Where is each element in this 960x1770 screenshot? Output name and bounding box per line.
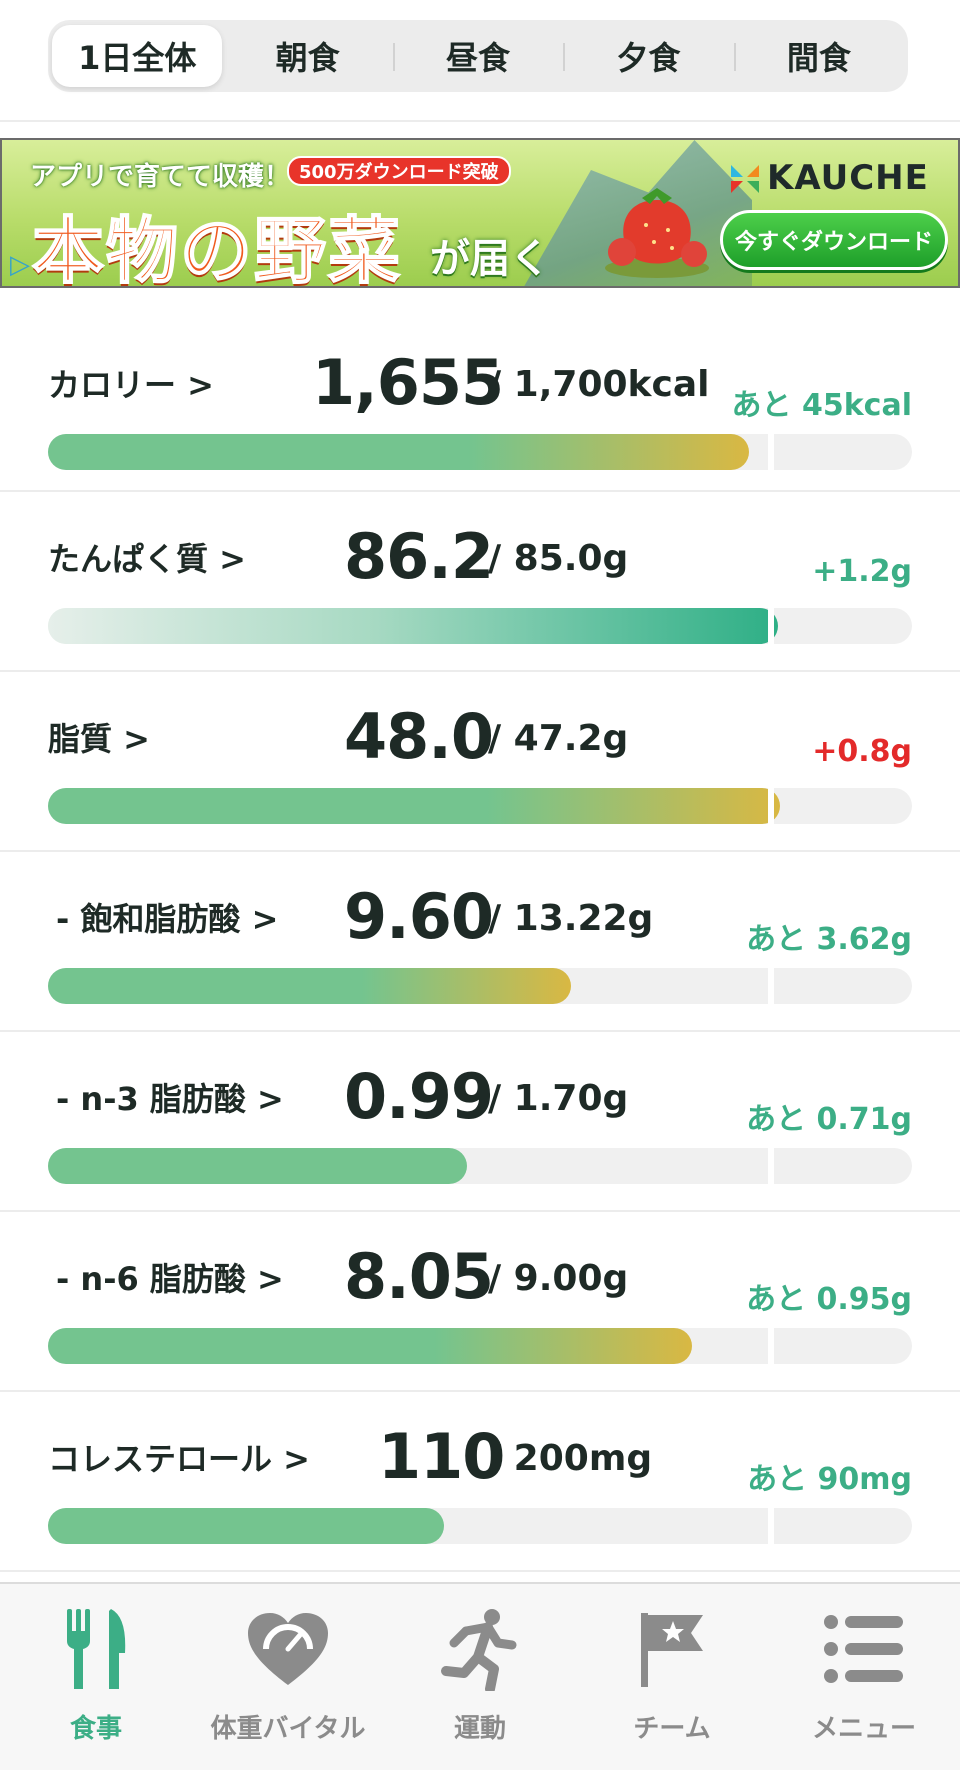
nutrient-target-value: / 1,700kcal: [488, 364, 710, 405]
nutrient-progress-fill: [48, 608, 778, 644]
tab-breakfast[interactable]: 朝食: [222, 25, 392, 87]
nutrient-row-calories[interactable]: カロリー > 1,655 / 1,700kcal あと 45kcal: [0, 300, 960, 492]
nutrient-remaining: あと 0.71g: [746, 1102, 912, 1137]
nav-exercise[interactable]: 運動: [384, 1584, 576, 1770]
nutrient-progress-bar: [48, 1508, 912, 1544]
tab-snack[interactable]: 間食: [733, 25, 904, 87]
nutrient-progress-bar: [48, 1148, 912, 1184]
nutrient-row-saturated-fat[interactable]: - 飽和脂肪酸 > 9.60 / 13.22g あと 3.62g: [0, 852, 960, 1032]
fork-knife-icon: [51, 1604, 141, 1694]
nutrient-label[interactable]: - n-3 脂肪酸 >: [56, 1074, 284, 1120]
nav-weight-vital[interactable]: 体重バイタル: [192, 1584, 384, 1770]
nutrient-label[interactable]: - 飽和脂肪酸 >: [56, 894, 278, 940]
nutrient-intake-value: 8.05: [344, 1240, 494, 1313]
nutrient-progress-bar: [48, 968, 912, 1004]
nutrient-target-value: / 13.22g: [488, 898, 654, 939]
kauche-logo-icon: [731, 165, 759, 193]
nav-meals[interactable]: 食事: [0, 1584, 192, 1770]
flag-star-icon: [627, 1604, 717, 1694]
ad-headline: 本物の野菜: [31, 208, 403, 288]
nutrient-target-value: / 9.00g: [488, 1258, 629, 1299]
nutrient-progress-fill: [48, 1148, 467, 1184]
nutrient-remaining: あと 3.62g: [746, 922, 912, 957]
nav-label: メニュー: [811, 1714, 916, 1744]
target-marker: [768, 1328, 774, 1364]
nutrient-target-value: / 85.0g: [488, 538, 629, 579]
runner-icon: [435, 1604, 525, 1694]
nav-label: チーム: [633, 1714, 711, 1744]
tab-lunch[interactable]: 昼食: [392, 25, 563, 87]
target-marker: [768, 1508, 774, 1544]
nutrient-intake-value: 48.0: [344, 700, 494, 773]
nutrient-intake-value: 9.60: [344, 880, 494, 953]
nutrient-progress-fill: [48, 434, 749, 470]
target-marker: [768, 1148, 774, 1184]
nutrient-row-n3-fatty-acid[interactable]: - n-3 脂肪酸 > 0.99 / 1.70g あと 0.71g: [0, 1032, 960, 1212]
nutrient-progress-bar: [48, 1328, 912, 1364]
target-marker: [768, 608, 774, 644]
nutrient-list: カロリー > 1,655 / 1,700kcal あと 45kcal たんぱく質…: [0, 300, 960, 1572]
nutrient-label[interactable]: - n-6 脂肪酸 >: [56, 1254, 284, 1300]
ad-tagline: アプリで育てて収穫！: [30, 162, 291, 192]
list-menu-icon: [819, 1604, 909, 1694]
nutrient-label[interactable]: カロリー >: [48, 360, 214, 406]
nutrient-row-n6-fatty-acid[interactable]: - n-6 脂肪酸 > 8.05 / 9.00g あと 0.95g: [0, 1212, 960, 1392]
nutrient-remaining: あと 45kcal: [731, 388, 912, 423]
tab-dinner[interactable]: 夕食: [563, 25, 733, 87]
nutrient-progress-bar: [48, 788, 912, 824]
ad-headline-suffix: が届く: [430, 236, 550, 282]
nutrient-progress-fill: [48, 1328, 692, 1364]
nutrient-remaining: +0.8g: [812, 734, 912, 769]
nutrient-target-value: / 200mg: [488, 1438, 653, 1479]
tab-all-day[interactable]: 1日全体: [52, 25, 223, 87]
target-marker: [768, 788, 774, 824]
strawberry-icon: [605, 188, 709, 278]
nutrient-intake-value: 0.99: [344, 1060, 494, 1133]
nutrient-row-protein[interactable]: たんぱく質 > 86.2 / 85.0g +1.2g: [0, 492, 960, 672]
heart-scale-icon: [243, 1604, 333, 1694]
nutrient-progress-fill: [48, 1508, 444, 1544]
nav-label: 体重バイタル: [210, 1714, 366, 1744]
nutrient-row-cholesterol[interactable]: コレステロール > 110 / 200mg あと 90mg: [0, 1392, 960, 1572]
meal-segmented-control: 1日全体 朝食 昼食 夕食 間食: [48, 20, 908, 92]
bottom-navigation: 食事 体重バイタル 運動 チーム メニュー: [0, 1582, 960, 1770]
nutrient-progress-fill: [48, 788, 780, 824]
nav-menu[interactable]: メニュー: [768, 1584, 960, 1770]
nutrient-progress-fill: [48, 968, 571, 1004]
ad-brand-logo: KAUCHE: [767, 158, 929, 198]
ad-banner[interactable]: アプリで育てて収穫！ 500万ダウンロード突破 本物の野菜 が届く ▷ KAUC…: [0, 138, 960, 288]
target-marker: [768, 968, 774, 1004]
meal-filter-bar: 1日全体 朝食 昼食 夕食 間食: [0, 0, 960, 122]
nutrient-target-value: / 47.2g: [488, 718, 629, 759]
nutrient-label[interactable]: たんぱく質 >: [48, 534, 246, 580]
nav-team[interactable]: チーム: [576, 1584, 768, 1770]
nutrient-intake-value: 1,655: [312, 346, 504, 419]
nutrient-intake-value: 86.2: [344, 520, 494, 593]
ad-download-badge: 500万ダウンロード突破: [287, 156, 511, 186]
nutrient-target-value: / 1.70g: [488, 1078, 629, 1119]
nav-label: 食事: [69, 1714, 122, 1744]
nutrient-label[interactable]: コレステロール >: [48, 1434, 310, 1480]
nutrient-progress-bar: [48, 608, 912, 644]
ad-choices-icon[interactable]: ▷: [10, 250, 30, 280]
nutrient-row-fat[interactable]: 脂質 > 48.0 / 47.2g +0.8g: [0, 672, 960, 852]
nutrient-remaining: あと 0.95g: [746, 1282, 912, 1317]
nav-label: 運動: [453, 1714, 506, 1744]
target-marker: [768, 434, 774, 470]
nutrient-remaining: +1.2g: [812, 554, 912, 589]
nutrient-remaining: あと 90mg: [747, 1462, 912, 1497]
nutrient-progress-bar: [48, 434, 912, 470]
ad-download-button[interactable]: 今すぐダウンロード: [720, 210, 948, 270]
nutrient-intake-value: 110: [378, 1420, 505, 1493]
nutrient-label[interactable]: 脂質 >: [48, 714, 150, 760]
